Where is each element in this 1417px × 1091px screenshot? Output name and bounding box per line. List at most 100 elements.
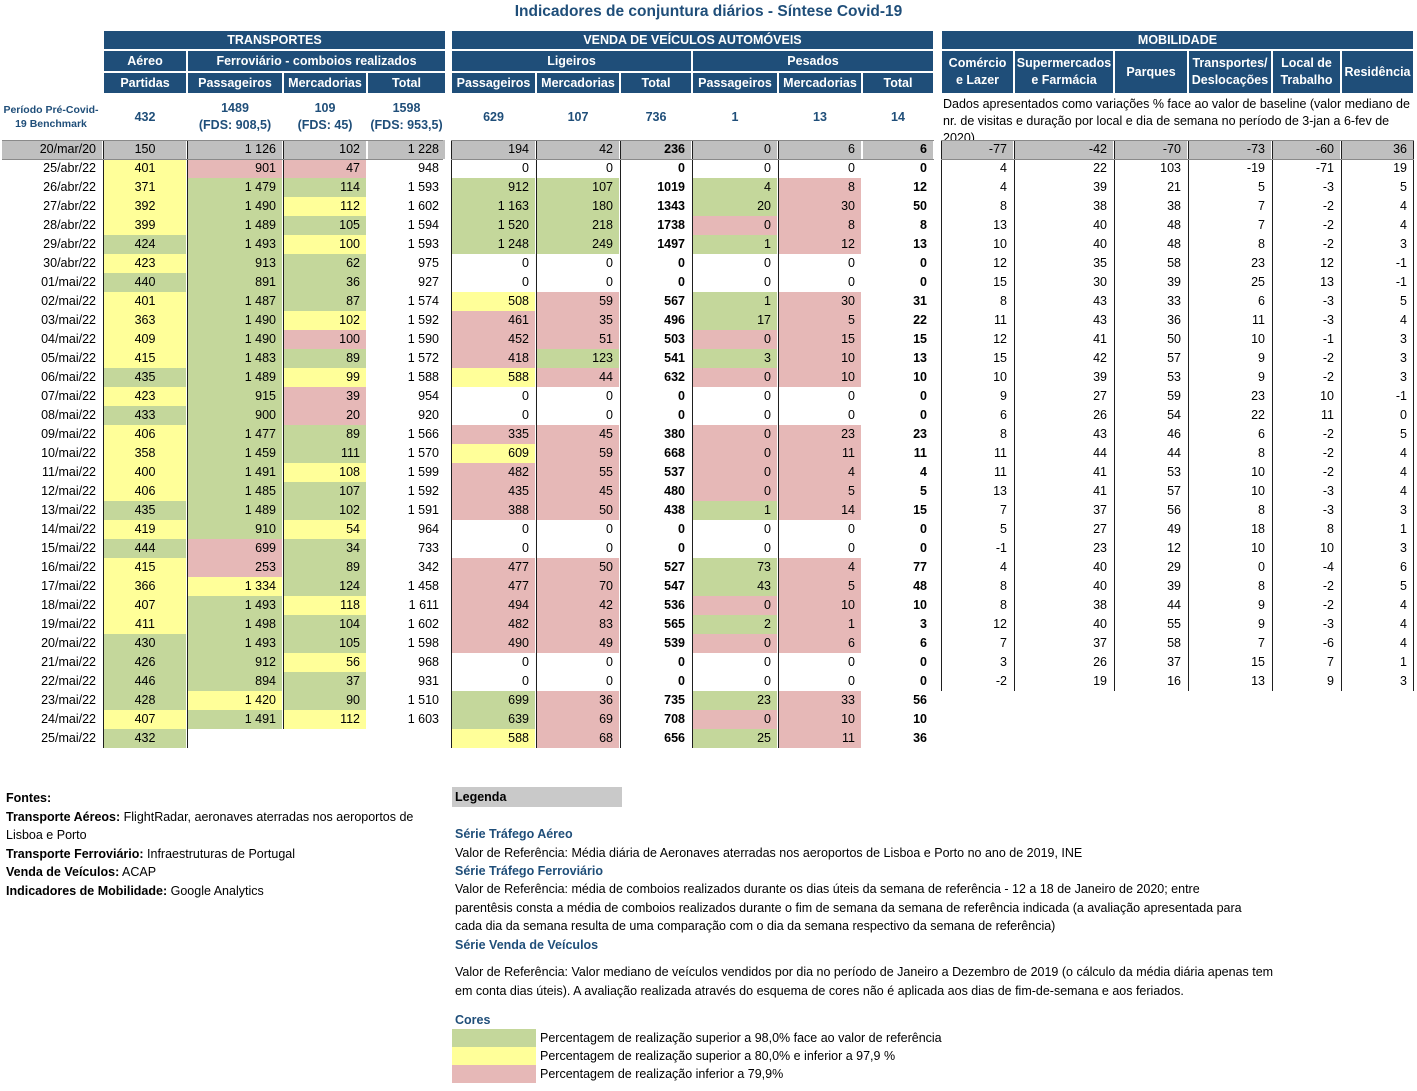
mobility-cell [1189,691,1271,710]
table-cell: 1 [693,235,777,254]
mobility-cell: 58 [1167,636,1181,650]
table-cell: 0 [678,161,685,175]
mobility-cell: 13 [993,484,1007,498]
table-cell: 50 [913,199,927,213]
table-cell: 438 [664,503,685,517]
table-cell: 10 [779,596,861,615]
mobility-cell: 15 [1251,655,1265,669]
mobility-cell: -2 [1322,579,1334,593]
table-cell: 1 248 [452,235,535,254]
mobility-cell: 3 [1400,237,1407,251]
table-cell: 567 [664,294,685,308]
table-cell: 1343 [657,199,685,213]
mobility-cell: -2 [1322,218,1334,232]
mobility-cell: 43 [1093,427,1107,441]
legend-ferro-heading: Série Tráfego Ferroviário [455,864,603,878]
table-cell: 253 [188,558,282,577]
table-cell: 1 485 [188,482,282,501]
table-cell: 0 [522,541,529,555]
mobility-cell: 7 [1258,218,1265,232]
mobility-cell: -2 [1322,351,1334,365]
mobility-cell: 48 [1167,237,1181,251]
mobility-cell: 33 [1167,294,1181,308]
table-cell: 0 [764,256,771,270]
row-date: 26/abr/22 [43,180,96,194]
table-cell: 56 [284,653,366,672]
legend-swatch-yellow [452,1047,536,1065]
mobility-cell: -77 [942,140,1013,159]
sources-title: Fontes: [6,791,52,805]
table-cell: 47 [284,159,366,178]
mobility-cell: 9 [1258,617,1265,631]
table-cell: 102 [284,501,366,520]
row-date: 30/abr/22 [43,256,96,270]
table-cell: 1 491 [188,710,282,729]
table-cell: 1 493 [188,596,282,615]
table-cell: 36 [537,691,619,710]
table-cell: 0 [522,389,529,403]
table-cell: 0 [848,275,855,289]
table-cell: 699 [452,691,535,710]
mobility-cell: 9 [1000,389,1007,403]
table-cell: 0 [920,256,927,270]
table-cell: 699 [188,539,282,558]
table-cell: 15 [913,332,927,346]
mobility-cell: -3 [1322,617,1334,631]
table-cell: 0 [678,256,685,270]
mobility-cell: -2 [1322,370,1334,384]
mobility-cell: 25 [1251,275,1265,289]
mobility-cell: 40 [1093,237,1107,251]
mobility-cell: 41 [1093,465,1107,479]
table-cell: 124 [284,577,366,596]
table-cell: 446 [104,672,186,691]
table-cell: 12 [779,235,861,254]
table-cell: 0 [693,596,777,615]
table-cell: 480 [664,484,685,498]
table-cell: 10 [779,368,861,387]
mobility-cell: 29 [1167,560,1181,574]
table-cell: 112 [284,710,366,729]
mobility-cell: 7 [1000,503,1007,517]
mobility-cell: -2 [1322,465,1334,479]
table-cell: 435 [104,368,186,387]
mobility-cell: -2 [1322,427,1334,441]
table-cell: 927 [418,275,439,289]
source-value: ACAP [119,865,157,880]
table-cell: 537 [664,465,685,479]
table-cell: 59 [537,292,619,311]
table-cell: 0 [920,408,927,422]
grid-line [620,140,621,748]
mobility-cell: 9 [1258,598,1265,612]
legend-yellow-text: Percentagem de realização superior a 80,… [540,1049,896,1063]
mobility-cell: 8 [1258,579,1265,593]
table-cell: 371 [104,178,186,197]
mobility-cell [1273,729,1340,748]
row-date: 06/mai/22 [41,370,96,384]
mobility-cell: 10 [993,370,1007,384]
grid-line [1114,140,1115,691]
mobility-cell: -1 [1322,332,1334,346]
legend-pink-text: Percentagem de realização inferior a 79,… [540,1067,784,1081]
mobility-cell: 11 [1321,408,1334,422]
row-date: 12/mai/22 [41,484,96,498]
table-cell: 1 228 [368,140,445,159]
benchmark-value: 107 [567,109,589,124]
table-cell: 0 [693,368,777,387]
table-cell: 1 479 [188,178,282,197]
table-cell: 6 [863,140,933,159]
table-cell: 1 588 [407,370,439,384]
mobility-cell [942,691,1013,710]
table-cell: 1 520 [452,216,535,235]
mobility-cell: -2 [995,674,1007,688]
table-cell: 0 [920,275,927,289]
table-cell: 13 [913,237,927,251]
table-cell: 0 [678,275,685,289]
table-cell: 948 [418,161,439,175]
mobility-cell [1273,691,1340,710]
mobility-cell: -2 [1322,598,1334,612]
table-cell: 1738 [657,218,685,232]
row-date: 15/mai/22 [41,541,96,555]
row-date: 13/mai/22 [41,503,96,517]
table-cell: 4 [779,558,861,577]
mobility-cell: 22 [1251,408,1265,422]
